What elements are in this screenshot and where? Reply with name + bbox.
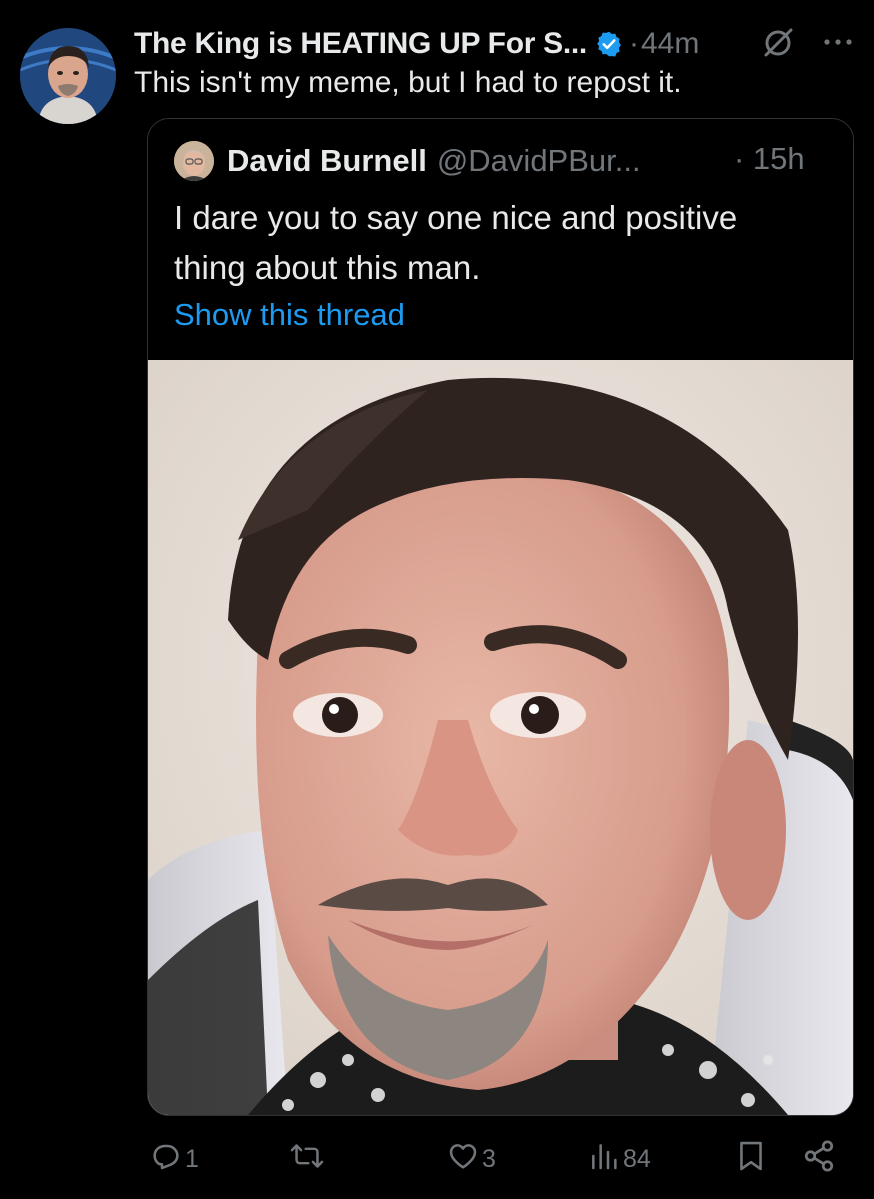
repost-icon bbox=[290, 1140, 324, 1179]
views-icon bbox=[588, 1140, 620, 1179]
mute-icon[interactable] bbox=[760, 25, 796, 61]
verified-badge-icon bbox=[595, 30, 623, 58]
quoted-post[interactable]: David Burnell @DavidPBur... · 15h I dare… bbox=[147, 118, 854, 1116]
like-button[interactable]: 3 bbox=[444, 1138, 496, 1180]
quoted-author-name[interactable]: David Burnell bbox=[227, 143, 427, 179]
quoted-post-image[interactable] bbox=[148, 360, 853, 1115]
quoted-author-handle[interactable]: @DavidPBur... bbox=[437, 143, 641, 179]
views-count: 84 bbox=[623, 1144, 651, 1173]
bookmark-icon bbox=[736, 1139, 766, 1180]
like-count: 3 bbox=[482, 1144, 496, 1173]
share-icon bbox=[802, 1139, 836, 1180]
reply-count: 1 bbox=[185, 1144, 199, 1173]
quoted-post-time: · 15h bbox=[734, 141, 805, 176]
heart-icon bbox=[447, 1140, 479, 1179]
quoted-post-text: I dare you to say one nice and positive … bbox=[174, 199, 738, 286]
more-options-icon[interactable] bbox=[820, 34, 856, 50]
post-action-bar: 1 3 84 bbox=[147, 1138, 847, 1180]
post-header: The King is HEATING UP For S... · 44m bbox=[134, 22, 854, 66]
reply-button[interactable]: 1 bbox=[147, 1138, 199, 1180]
bookmark-button[interactable] bbox=[733, 1138, 766, 1180]
quoted-post-header: David Burnell @DavidPBur... bbox=[174, 141, 641, 181]
reply-icon bbox=[150, 1140, 182, 1179]
post-time[interactable]: 44m bbox=[641, 27, 699, 61]
quoted-author-avatar[interactable] bbox=[174, 141, 214, 181]
show-thread-link[interactable]: Show this thread bbox=[174, 297, 405, 333]
share-button[interactable] bbox=[799, 1138, 836, 1180]
author-name[interactable]: The King is HEATING UP For S... bbox=[134, 27, 587, 61]
repost-button[interactable] bbox=[287, 1138, 327, 1180]
post-separator: · bbox=[628, 27, 639, 60]
author-avatar[interactable] bbox=[20, 28, 116, 124]
views-button[interactable]: 84 bbox=[585, 1138, 651, 1180]
post-text: This isn't my meme, but I had to repost … bbox=[134, 66, 682, 99]
